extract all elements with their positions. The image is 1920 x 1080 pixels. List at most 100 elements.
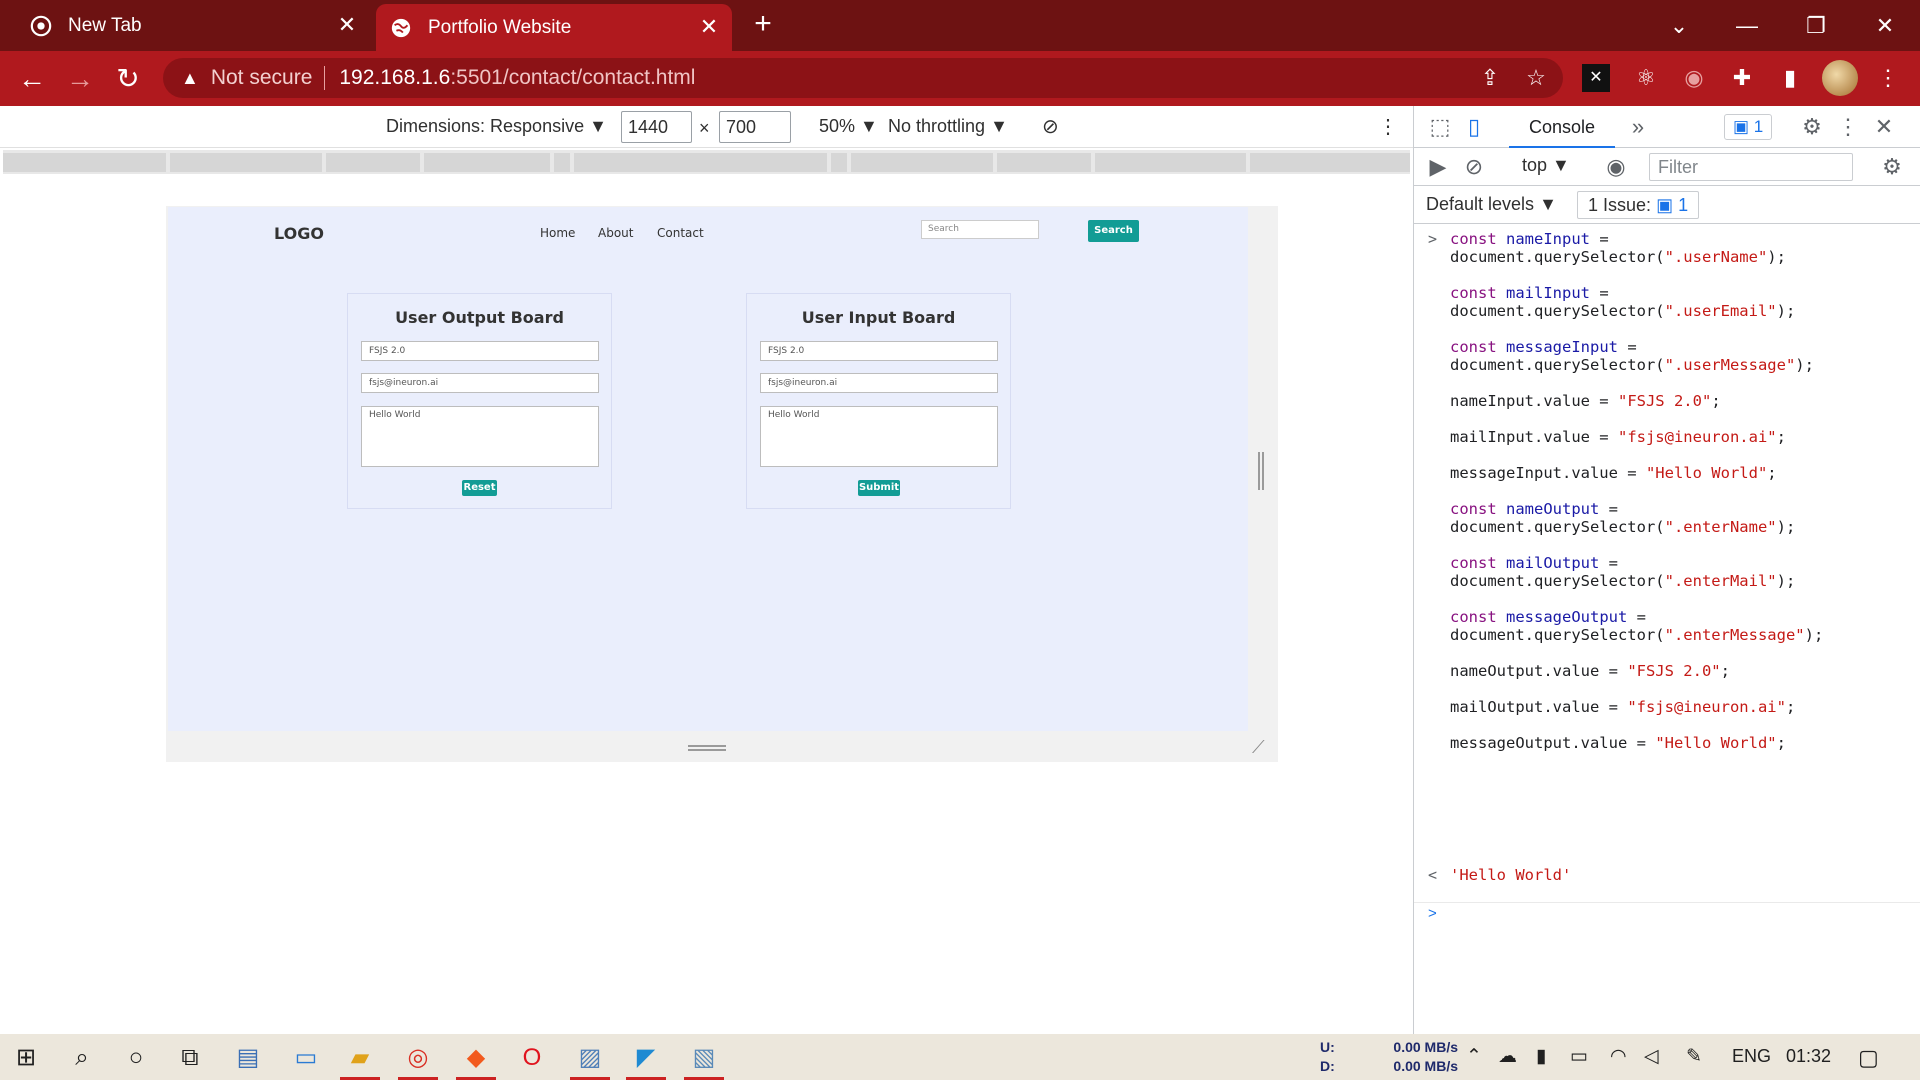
new-tab-button[interactable]: +	[748, 9, 778, 40]
task-view-icon[interactable]: ⧉	[166, 1040, 214, 1076]
tab-search-icon[interactable]: ⌄	[1659, 8, 1699, 44]
extension-x-icon[interactable]: ✕	[1582, 64, 1610, 92]
issues-label: 1 Issue:	[1588, 195, 1652, 215]
console-result: 'Hello World'	[1450, 866, 1572, 884]
zoom-value: 50%	[819, 116, 856, 136]
live-expression-eye-icon[interactable]: ◉	[1602, 153, 1630, 181]
tab-portfolio-website[interactable]: Portfolio Website ✕	[376, 4, 732, 51]
notes-icon[interactable]: ▧	[680, 1040, 728, 1080]
input-name-field[interactable]: FSJS 2.0	[760, 341, 998, 361]
tab-console[interactable]: Console	[1509, 106, 1616, 148]
menu-kebab-icon[interactable]: ⋮	[1872, 62, 1904, 94]
media-query-bar[interactable]	[3, 150, 1410, 174]
issues-link[interactable]: 1 Issue: ▣ 1	[1577, 191, 1700, 219]
back-icon[interactable]: ←	[14, 61, 50, 97]
devtools-menu-icon[interactable]: ⋮	[1834, 113, 1862, 141]
windows-start-icon[interactable]: ⊞	[2, 1040, 50, 1076]
width-input[interactable]: 1440	[621, 111, 692, 143]
output-name-field[interactable]: FSJS 2.0	[361, 341, 599, 361]
close-window-icon[interactable]: ✕	[1865, 8, 1905, 44]
dimensions-select[interactable]: Dimensions: Responsive ▼	[386, 116, 607, 137]
input-chevron-icon: >	[1428, 230, 1438, 248]
close-tab-icon[interactable]: ✕	[696, 14, 722, 40]
minimize-icon[interactable]: —	[1727, 8, 1767, 44]
throttling-select[interactable]: No throttling ▼	[888, 116, 1008, 137]
output-message-field[interactable]: Hello World	[361, 406, 599, 467]
upload-label: U:	[1320, 1039, 1335, 1055]
input-message-field[interactable]: Hello World	[760, 406, 998, 467]
notifications-icon[interactable]: ▢	[1858, 1045, 1879, 1071]
console-prompt[interactable]: >	[1414, 902, 1920, 926]
tab-title: New Tab	[68, 14, 142, 36]
storage-icon[interactable]: ▮	[1536, 1045, 1546, 1068]
output-email-field[interactable]: fsjs@ineuron.ai	[361, 373, 599, 393]
nav-contact[interactable]: Contact	[657, 226, 704, 240]
devtools-tab-bar: ⬚ ▯ Console » ▣ 1 ⚙ ⋮ ✕	[1414, 106, 1920, 148]
site-search-button[interactable]: Search	[1088, 220, 1139, 242]
height-input[interactable]: 700	[719, 111, 791, 143]
submit-button[interactable]: Submit	[858, 480, 900, 496]
site-logo[interactable]: LOGO	[274, 224, 324, 243]
code-text: ;	[1785, 698, 1796, 716]
board-title: User Output Board	[395, 308, 564, 327]
more-options-icon[interactable]: ⋮	[1378, 114, 1398, 139]
pen-icon[interactable]: ✎	[1686, 1045, 1702, 1068]
result-chevron-icon: <	[1428, 866, 1438, 884]
code-text: ;	[1776, 734, 1786, 752]
profile-avatar[interactable]	[1822, 60, 1858, 96]
file-explorer-icon[interactable]: ▰	[336, 1040, 384, 1080]
side-panel-icon[interactable]: ▮	[1774, 62, 1806, 94]
console-filter-input[interactable]: Filter	[1649, 153, 1853, 181]
reset-button[interactable]: Reset	[462, 480, 497, 496]
nav-home[interactable]: Home	[540, 226, 575, 240]
volume-icon[interactable]: ◁	[1644, 1045, 1659, 1068]
bookmark-star-icon[interactable]: ☆	[1523, 65, 1549, 91]
network-app-icon[interactable]: ▤	[224, 1040, 272, 1076]
context-select[interactable]: top ▼	[1522, 155, 1570, 176]
issues-link-count: 1	[1678, 195, 1689, 215]
react-devtools-icon[interactable]: ⚛	[1630, 62, 1662, 94]
cortana-icon[interactable]: ○	[112, 1040, 160, 1076]
input-email-field[interactable]: fsjs@ineuron.ai	[760, 373, 998, 393]
address-bar[interactable]: ▲ Not secure 192.168.1.6:5501/contact/co…	[163, 58, 1563, 98]
record-icon[interactable]: ◉	[1678, 62, 1710, 94]
language-indicator[interactable]: ENG	[1732, 1046, 1771, 1067]
computer-icon[interactable]: ▭	[282, 1040, 330, 1076]
close-tab-icon[interactable]: ✕	[334, 12, 360, 38]
forward-icon[interactable]: →	[62, 61, 98, 97]
more-tabs-icon[interactable]: »	[1624, 113, 1652, 141]
inspect-element-icon[interactable]: ⬚	[1426, 113, 1454, 141]
close-devtools-icon[interactable]: ✕	[1870, 113, 1898, 141]
nav-about[interactable]: About	[598, 226, 633, 240]
opera-icon[interactable]: O	[508, 1040, 556, 1076]
share-icon[interactable]: ⇪	[1477, 65, 1503, 91]
zoom-select[interactable]: 50% ▼	[819, 116, 878, 137]
search-icon[interactable]: ⌕	[58, 1040, 106, 1076]
console-settings-icon[interactable]: ⚙	[1878, 153, 1906, 181]
image-viewer-icon[interactable]: ▨	[566, 1040, 614, 1080]
battery-icon[interactable]: ▭	[1570, 1045, 1588, 1068]
resize-corner-icon[interactable]: ⟋	[1252, 738, 1270, 756]
code-text: nameOutput.value =	[1450, 662, 1628, 680]
restore-icon[interactable]: ❐	[1796, 8, 1836, 44]
extensions-puzzle-icon[interactable]: ✚	[1726, 62, 1758, 94]
clock[interactable]: 01:32	[1786, 1046, 1831, 1067]
brave-icon[interactable]: ◆	[452, 1040, 500, 1080]
sidebar-toggle-icon[interactable]: ▶	[1424, 153, 1452, 181]
device-toggle-icon[interactable]: ▯	[1460, 113, 1488, 141]
vscode-icon[interactable]: ◤	[622, 1040, 670, 1080]
wifi-icon[interactable]: ◠	[1610, 1045, 1627, 1068]
rotate-icon[interactable]: ⊘	[1042, 114, 1059, 139]
site-search-input[interactable]: Search	[921, 220, 1039, 239]
chrome-icon[interactable]: ◎	[394, 1040, 442, 1080]
reload-icon[interactable]: ↻	[110, 61, 146, 97]
clear-console-icon[interactable]: ⊘	[1460, 153, 1488, 181]
settings-gear-icon[interactable]: ⚙	[1798, 113, 1826, 141]
resize-handle-bottom[interactable]	[688, 745, 726, 751]
issues-badge[interactable]: ▣ 1	[1724, 114, 1773, 140]
levels-select[interactable]: Default levels ▼	[1426, 194, 1557, 215]
tab-new-tab[interactable]: New Tab ✕	[0, 0, 370, 51]
chevron-up-icon[interactable]: ⌃	[1466, 1045, 1482, 1068]
resize-handle-right[interactable]	[1258, 452, 1264, 490]
onedrive-cloud-icon[interactable]: ☁	[1498, 1045, 1517, 1068]
